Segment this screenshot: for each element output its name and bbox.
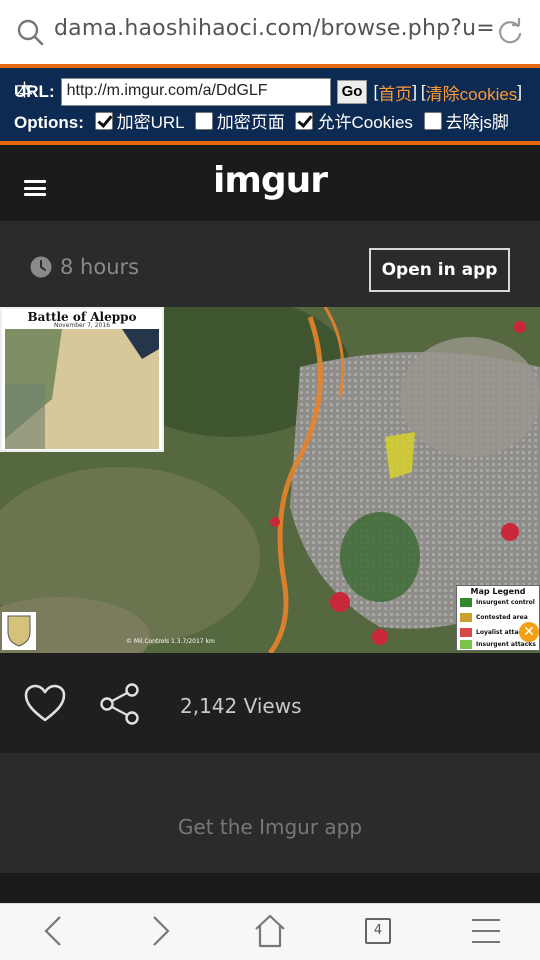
legend-swatch: [460, 628, 472, 637]
proxy-url-row: URL: http://m.imgur.com/a/DdGLF Go [首页] …: [14, 77, 522, 107]
legend-label: Contested area: [476, 614, 528, 621]
clear-cookies-link[interactable]: 清除cookies: [426, 80, 518, 105]
option-label: 加密页面: [216, 113, 285, 132]
option-label-overflow: 本: [16, 81, 33, 101]
option-label: 去除js脚: [445, 113, 509, 132]
option-label: 允许Cookies: [317, 113, 413, 132]
options-row: Options: 加密URL 加密页面 允许Cookies 去除js脚: [14, 110, 534, 136]
heart-icon[interactable]: [23, 683, 67, 723]
option-label: 加密URL: [116, 113, 185, 132]
go-button[interactable]: Go: [336, 80, 368, 104]
post-time: 8 hours: [60, 255, 140, 279]
view-count: 2,142 Views: [180, 694, 302, 718]
option-remove-js-checkbox[interactable]: [423, 112, 442, 130]
get-app-banner[interactable]: [0, 753, 540, 873]
reload-icon[interactable]: [496, 18, 524, 46]
legend-swatch: [460, 598, 472, 607]
bracket-close: ]: [412, 82, 417, 101]
tabs-button[interactable]: 4: [365, 918, 391, 944]
address-text[interactable]: dama.haoshihaoci.com/browse.php?u=: [54, 16, 494, 41]
legend-item: Loyalist attack: [460, 628, 526, 637]
options-label: Options:: [14, 113, 84, 132]
legend-swatch: [460, 640, 472, 649]
home-icon[interactable]: [250, 913, 290, 949]
forward-icon[interactable]: [140, 913, 180, 949]
open-in-app-button[interactable]: Open in app: [369, 248, 510, 292]
map-scale: © Mil.Controls 1.3.7/2017 km: [126, 638, 215, 645]
search-icon: [17, 19, 44, 46]
imgur-logo[interactable]: imgur: [0, 160, 540, 201]
legend-item: Insurgent control: [460, 598, 535, 607]
map-legend-title: Map Legend: [470, 587, 526, 596]
option-encrypt-page-checkbox[interactable]: [194, 112, 213, 130]
option-allow-cookies-checkbox[interactable]: [295, 112, 314, 130]
back-icon[interactable]: [34, 913, 74, 949]
inset-map-graphic: [5, 329, 159, 449]
get-app-text[interactable]: Get the Imgur app: [0, 815, 540, 839]
menu-icon[interactable]: [466, 913, 506, 949]
home-link[interactable]: 首页: [378, 80, 412, 105]
legend-close-icon[interactable]: ✕: [519, 622, 539, 642]
share-icon[interactable]: [99, 682, 141, 726]
legend-item: Contested area: [460, 613, 528, 622]
legend-swatch: [460, 613, 472, 622]
address-bar[interactable]: dama.haoshihaoci.com/browse.php?u=: [0, 0, 540, 64]
crest-icon: [7, 615, 31, 647]
legend-label: Insurgent attacks: [476, 641, 536, 648]
bracket-close: ]: [517, 82, 523, 101]
clock-icon: [30, 256, 52, 278]
map-credit: [2, 612, 36, 650]
legend-label: Insurgent control: [476, 599, 535, 606]
proxy-url-input[interactable]: http://m.imgur.com/a/DdGLF: [60, 78, 331, 106]
map-date: November 7, 2016: [53, 322, 111, 329]
page-continuation: [0, 873, 540, 903]
option-encrypt-url-checkbox[interactable]: [94, 112, 113, 130]
proxy-bar: URL: http://m.imgur.com/a/DdGLF Go [首页] …: [0, 64, 540, 145]
